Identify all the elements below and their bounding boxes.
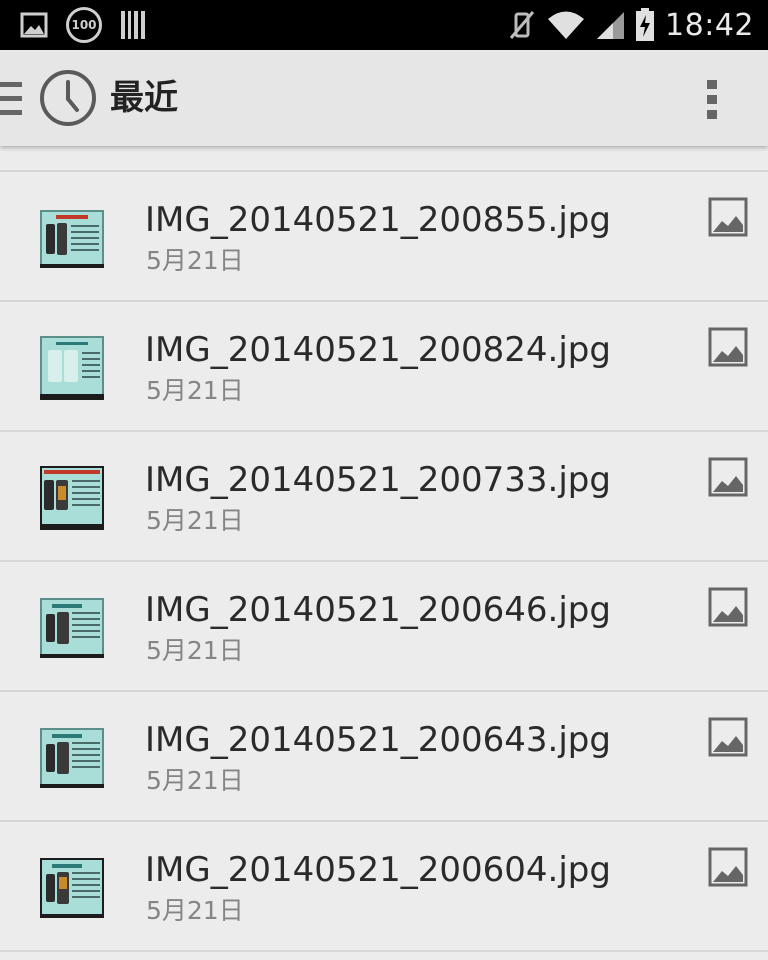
image-icon	[708, 457, 748, 497]
file-name: IMG_20140521_200824.jpg	[145, 330, 611, 370]
file-date: 5月21日	[146, 766, 244, 795]
battery-charging-icon	[636, 8, 655, 41]
gallery-notification-icon	[20, 12, 48, 38]
image-thumbnail	[40, 856, 104, 920]
file-name: IMG_20140521_200733.jpg	[145, 460, 611, 500]
image-icon	[708, 717, 748, 757]
list-item[interactable]: IMG_20140521_200604.jpg 5月21日	[0, 822, 768, 952]
overflow-menu-icon[interactable]	[704, 79, 720, 121]
list-item[interactable]: IMG_20140521_200824.jpg 5月21日	[0, 302, 768, 432]
file-name: IMG_20140521_200855.jpg	[145, 200, 611, 240]
list-item[interactable]: IMG_20140521_200646.jpg 5月21日	[0, 562, 768, 692]
navigation-drawer-icon[interactable]	[0, 81, 24, 117]
image-icon	[708, 847, 748, 887]
list-item[interactable]: IMG_20140521_200643.jpg 5月21日	[0, 692, 768, 822]
image-icon	[708, 327, 748, 367]
file-name: IMG_20140521_200646.jpg	[145, 590, 611, 630]
list-item[interactable]: IMG_20140521_200733.jpg 5月21日	[0, 432, 768, 562]
file-date: 5月21日	[146, 506, 244, 535]
file-date: 5月21日	[146, 896, 244, 925]
list-item[interactable]: IMG_20140521_200855.jpg 5月21日	[0, 172, 768, 302]
image-icon	[708, 197, 748, 237]
image-icon	[708, 587, 748, 627]
file-date: 5月21日	[146, 376, 244, 405]
status-bar-left: 100	[20, 7, 146, 43]
clock: 18:42	[665, 7, 754, 43]
file-name: IMG_20140521_200604.jpg	[145, 850, 611, 890]
image-thumbnail	[40, 466, 104, 530]
image-thumbnail	[40, 596, 104, 660]
image-thumbnail	[40, 726, 104, 790]
file-list: IMG_20140521_200855.jpg 5月21日 IMG_201405…	[0, 170, 768, 952]
file-name: IMG_20140521_200643.jpg	[145, 720, 611, 760]
vibrate-mute-icon	[509, 11, 535, 39]
file-date: 5月21日	[146, 636, 244, 665]
recent-clock-icon[interactable]	[39, 69, 97, 127]
status-bar: 100 18:42	[0, 0, 768, 50]
image-thumbnail	[40, 206, 104, 270]
wifi-icon	[548, 11, 585, 39]
barcode-notification-icon	[121, 11, 145, 39]
battery-level-badge: 100	[66, 7, 102, 43]
page-title: 最近	[110, 78, 178, 118]
status-bar-right: 18:42	[507, 7, 754, 43]
file-date: 5月21日	[146, 246, 244, 275]
cell-signal-icon	[597, 12, 625, 39]
action-bar: 最近	[0, 50, 768, 146]
image-thumbnail	[40, 336, 104, 400]
